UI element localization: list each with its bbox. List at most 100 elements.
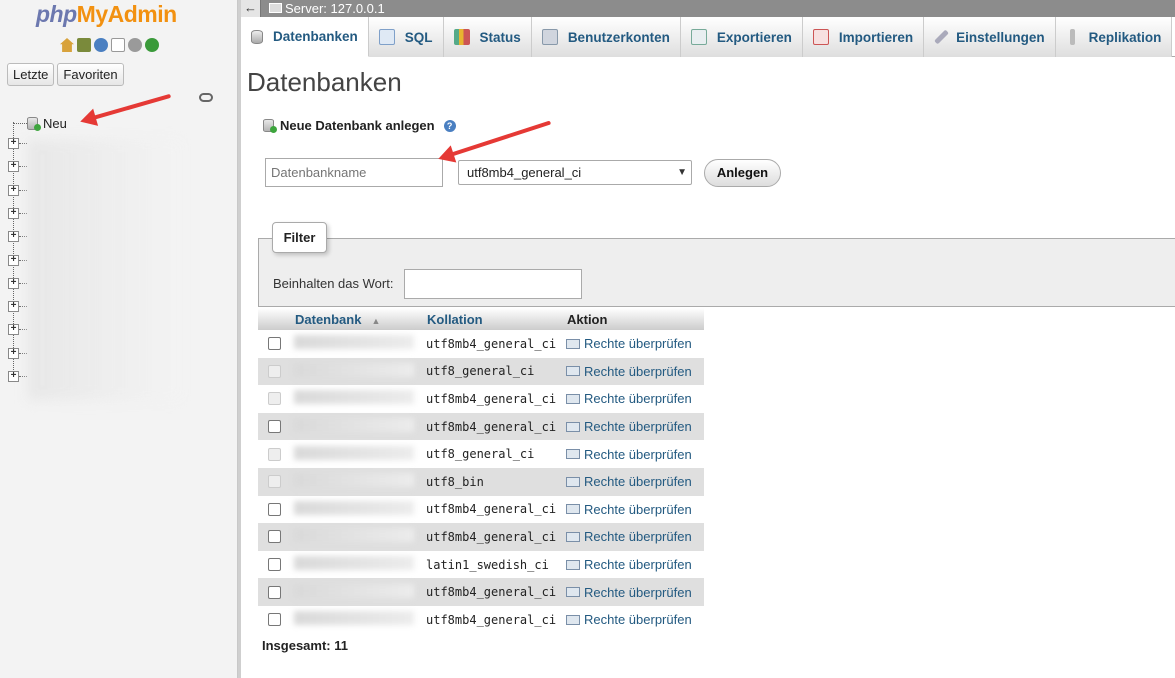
- collapse-nav-button[interactable]: ←: [241, 0, 261, 17]
- check-privileges-link[interactable]: Rechte überprüfen: [566, 336, 700, 351]
- check-privileges-label[interactable]: Rechte überprüfen: [584, 502, 692, 517]
- help-icon[interactable]: ?: [443, 119, 456, 132]
- database-name-cell[interactable]: [290, 385, 422, 413]
- link-icon[interactable]: [199, 93, 213, 102]
- check-privileges-label[interactable]: Rechte überprüfen: [584, 391, 692, 406]
- tab-replikation[interactable]: Replikation: [1055, 17, 1173, 57]
- database-name-cell[interactable]: [290, 412, 422, 441]
- expand-plus-icon[interactable]: +: [8, 277, 19, 289]
- tree-database-item[interactable]: +: [8, 138, 27, 149]
- filter-input[interactable]: [404, 269, 582, 299]
- check-privileges-link[interactable]: Rechte überprüfen: [566, 447, 700, 462]
- expand-plus-icon[interactable]: +: [8, 231, 19, 243]
- database-name-cell[interactable]: [290, 467, 422, 496]
- tree-database-item[interactable]: +: [8, 254, 27, 266]
- tab-status[interactable]: Status: [443, 17, 532, 57]
- tab-label[interactable]: Benutzerkonten: [568, 30, 670, 45]
- expand-plus-icon[interactable]: +: [8, 254, 19, 266]
- tree-database-item[interactable]: +: [8, 301, 27, 313]
- docs-icon[interactable]: [111, 38, 125, 52]
- home-icon[interactable]: [60, 38, 74, 52]
- database-name-cell[interactable]: [290, 578, 422, 606]
- server-breadcrumb[interactable]: Server: 127.0.0.1: [285, 0, 385, 17]
- collation-select[interactable]: utf8mb4_general_ci ▼: [458, 160, 692, 185]
- check-privileges-label[interactable]: Rechte überprüfen: [584, 447, 692, 462]
- check-privileges-label[interactable]: Rechte überprüfen: [584, 557, 692, 572]
- tab-label[interactable]: SQL: [405, 30, 433, 45]
- blurred-database-name[interactable]: [294, 473, 414, 488]
- row-checkbox[interactable]: [268, 502, 281, 516]
- expand-plus-icon[interactable]: +: [8, 347, 19, 359]
- check-privileges-label[interactable]: Rechte überprüfen: [584, 336, 692, 351]
- row-checkbox[interactable]: [268, 530, 281, 544]
- collation-header-label[interactable]: Kollation: [427, 312, 483, 327]
- database-name-cell[interactable]: [290, 357, 422, 386]
- blurred-database-name[interactable]: [294, 445, 414, 460]
- row-checkbox[interactable]: [268, 337, 281, 351]
- tree-database-item[interactable]: +: [8, 347, 27, 359]
- tab-exportieren[interactable]: Exportieren: [680, 17, 803, 57]
- check-privileges-link[interactable]: Rechte überprüfen: [566, 419, 700, 434]
- check-privileges-link[interactable]: Rechte überprüfen: [566, 391, 700, 406]
- check-privileges-link[interactable]: Rechte überprüfen: [566, 364, 700, 379]
- tab-einstellungen[interactable]: Einstellungen: [924, 17, 1056, 57]
- create-database-button[interactable]: Anlegen: [704, 159, 781, 187]
- tab-benutzerkonten[interactable]: Benutzerkonten: [531, 17, 681, 57]
- tree-database-item[interactable]: +: [8, 207, 27, 219]
- blurred-database-name[interactable]: [294, 335, 414, 350]
- gear-icon[interactable]: [128, 38, 142, 52]
- check-privileges-link[interactable]: Rechte überprüfen: [566, 474, 700, 489]
- recent-button[interactable]: Letzte: [7, 63, 55, 86]
- check-privileges-label[interactable]: Rechte überprüfen: [584, 612, 692, 627]
- blurred-database-name[interactable]: [294, 500, 414, 515]
- blurred-database-name[interactable]: [294, 611, 414, 626]
- tree-new-label[interactable]: Neu: [43, 116, 67, 131]
- tree-database-item[interactable]: +: [8, 324, 27, 336]
- check-privileges-link[interactable]: Rechte überprüfen: [566, 502, 700, 517]
- database-column-header[interactable]: Datenbank ▲: [290, 308, 422, 330]
- check-privileges-label[interactable]: Rechte überprüfen: [584, 419, 692, 434]
- blurred-database-name[interactable]: [294, 556, 414, 571]
- tree-database-item[interactable]: +: [8, 184, 27, 196]
- expand-plus-icon[interactable]: +: [8, 301, 19, 313]
- check-privileges-label[interactable]: Rechte überprüfen: [584, 529, 692, 544]
- database-name-cell[interactable]: [290, 440, 422, 468]
- check-privileges-label[interactable]: Rechte überprüfen: [584, 364, 692, 379]
- tab-label[interactable]: Einstellungen: [956, 30, 1045, 45]
- database-name-cell[interactable]: [290, 495, 422, 524]
- tab-label[interactable]: Replikation: [1089, 30, 1162, 45]
- database-name-cell[interactable]: [290, 605, 422, 634]
- phpmyadmin-logo[interactable]: phpMyAdmin: [36, 1, 177, 28]
- tab-label[interactable]: Datenbanken: [273, 29, 358, 44]
- blurred-database-name[interactable]: [294, 418, 414, 433]
- tab-sql[interactable]: SQL: [368, 17, 444, 57]
- exit-icon[interactable]: [77, 38, 91, 52]
- collation-column-header[interactable]: Kollation: [422, 308, 562, 330]
- row-checkbox[interactable]: [268, 420, 281, 434]
- row-checkbox[interactable]: [268, 585, 281, 599]
- nav-resize-handle[interactable]: [238, 0, 241, 678]
- tree-new-item[interactable]: Neu: [13, 116, 67, 131]
- expand-plus-icon[interactable]: +: [8, 207, 19, 219]
- tree-database-item[interactable]: +: [8, 277, 27, 289]
- favorites-button[interactable]: Favoriten: [57, 63, 124, 86]
- blurred-database-name[interactable]: [294, 528, 414, 543]
- tab-label[interactable]: Status: [480, 30, 521, 45]
- tree-database-item[interactable]: +: [8, 161, 27, 173]
- tab-label[interactable]: Exportieren: [717, 30, 792, 45]
- expand-plus-icon[interactable]: +: [8, 161, 19, 173]
- check-privileges-label[interactable]: Rechte überprüfen: [584, 585, 692, 600]
- database-name-input[interactable]: [265, 158, 443, 187]
- check-privileges-link[interactable]: Rechte überprüfen: [566, 529, 700, 544]
- check-privileges-link[interactable]: Rechte überprüfen: [566, 585, 700, 600]
- expand-plus-icon[interactable]: +: [8, 371, 19, 382]
- help-icon[interactable]: [94, 38, 108, 52]
- tab-label[interactable]: Importieren: [839, 30, 913, 45]
- check-privileges-label[interactable]: Rechte überprüfen: [584, 474, 692, 489]
- blurred-database-name[interactable]: [294, 583, 414, 598]
- tab-importieren[interactable]: Importieren: [802, 17, 925, 57]
- database-name-cell[interactable]: [290, 523, 422, 551]
- expand-plus-icon[interactable]: +: [8, 324, 19, 336]
- blurred-database-name[interactable]: [294, 362, 414, 377]
- tab-datenbanken[interactable]: Datenbanken: [241, 17, 369, 57]
